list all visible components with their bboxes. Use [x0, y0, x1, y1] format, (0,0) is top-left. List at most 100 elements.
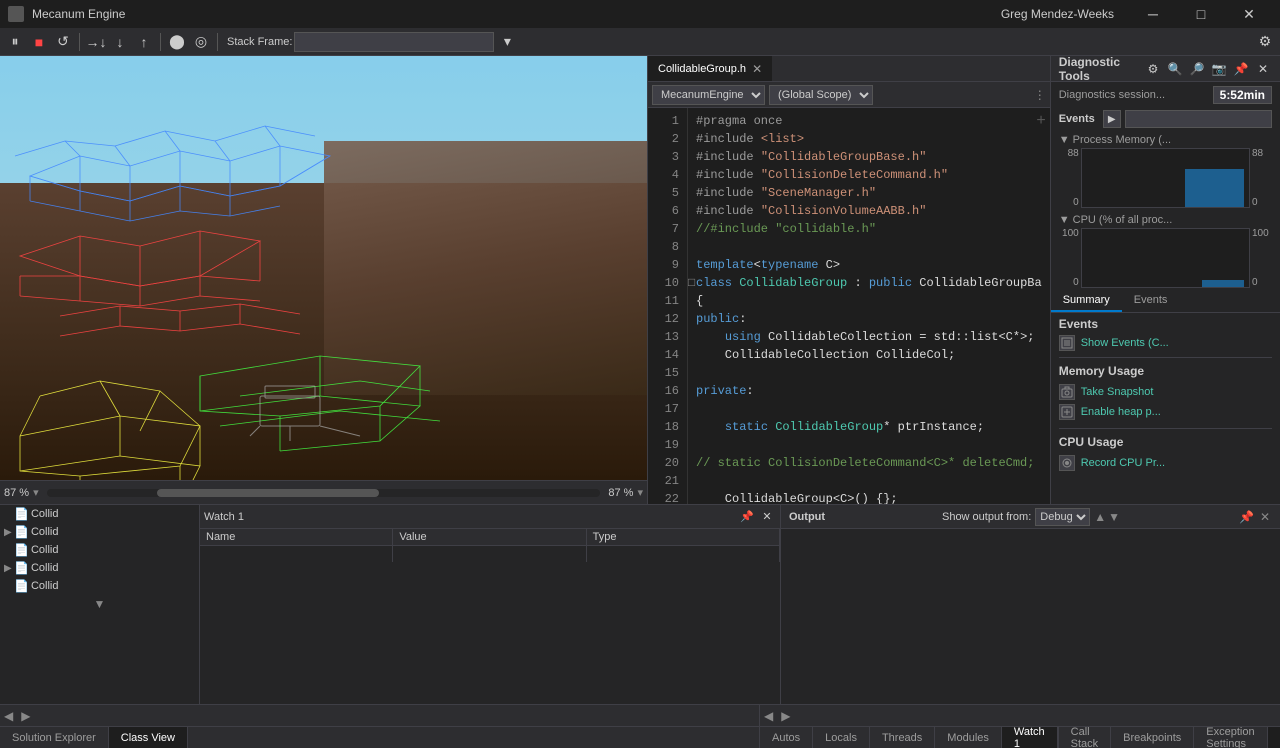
- memory-min-left: 0: [1055, 197, 1079, 208]
- tab-locals[interactable]: Locals: [813, 727, 870, 748]
- scope-selector-file[interactable]: MecanumEngine: [652, 85, 765, 105]
- tree-item[interactable]: ▶ 📄 Collid: [0, 523, 199, 541]
- titlebar-controls: ─ □ ✕: [1130, 0, 1272, 28]
- diag-camera-icon[interactable]: 📷: [1210, 60, 1228, 78]
- tree-label: Collid: [31, 508, 59, 520]
- tab-summary[interactable]: Summary: [1051, 290, 1122, 312]
- output-close-icon[interactable]: ✕: [1258, 510, 1272, 524]
- file-icon: 📄: [14, 579, 29, 593]
- user-name: Greg Mendez-Weeks: [1001, 7, 1114, 21]
- step-into-button[interactable]: ↓: [109, 31, 131, 53]
- zoom-dropdown-right[interactable]: ▾: [637, 486, 643, 499]
- tab-autos[interactable]: Autos: [760, 727, 813, 748]
- settings-icon[interactable]: ⚙: [1254, 31, 1276, 53]
- viewport-panel: 87 % ▾ 87 % ▾: [0, 56, 648, 504]
- output-pin-icon[interactable]: 📌: [1237, 510, 1256, 524]
- memory-usage-section: Memory Usage Take Snapshot Enable heap p…: [1059, 364, 1272, 422]
- events-input[interactable]: [1125, 110, 1272, 128]
- events-summary-title: Events: [1059, 317, 1272, 331]
- restart-button[interactable]: ↺: [52, 31, 74, 53]
- zoom-dropdown-left[interactable]: ▾: [33, 486, 39, 499]
- code-content[interactable]: #pragma once #include <list> #include "C…: [688, 108, 1050, 504]
- output-up-icon[interactable]: ▲: [1094, 510, 1106, 524]
- toolbar-sep-2: [160, 33, 161, 51]
- tab-breakpoints[interactable]: Breakpoints: [1111, 727, 1194, 748]
- stack-frame-dropdown[interactable]: ▾: [496, 31, 518, 53]
- bottom-tabs-right: ◀ ▶: [760, 705, 1280, 726]
- output-controls: 📌 ✕: [1237, 510, 1272, 524]
- tree-expander: ▶: [4, 563, 12, 574]
- camera-icon: [1059, 384, 1075, 400]
- breakpoints-button[interactable]: ⬤: [166, 31, 188, 53]
- tree-item[interactable]: 📄 Collid: [0, 577, 199, 595]
- enable-heap-button[interactable]: Enable heap p...: [1059, 402, 1272, 422]
- session-label: Diagnostics session...: [1059, 89, 1165, 101]
- take-snapshot-button[interactable]: Take Snapshot: [1059, 382, 1272, 402]
- watch-row-empty[interactable]: [200, 546, 780, 562]
- record-cpu-button[interactable]: Record CPU Pr...: [1059, 453, 1272, 473]
- add-code-button[interactable]: +: [1036, 112, 1045, 130]
- stop-button[interactable]: ■: [28, 31, 50, 53]
- watch-pin-icon[interactable]: 📌: [738, 508, 756, 526]
- tree-item[interactable]: 📄 Collid: [0, 505, 199, 523]
- show-events-icon: [1059, 335, 1075, 351]
- step-out-button[interactable]: ↑: [133, 31, 155, 53]
- cpu-section: ▼ CPU (% of all proc... 100 0 100 0: [1051, 210, 1280, 290]
- scroll-right-icon[interactable]: ▶: [17, 709, 34, 723]
- tab-exception-settings[interactable]: Exception Settings: [1194, 727, 1267, 748]
- tab-events[interactable]: Events: [1122, 290, 1180, 312]
- diag-close-icon[interactable]: ✕: [1254, 60, 1272, 78]
- step-over-button[interactable]: →↓: [85, 31, 107, 53]
- tab-output[interactable]: Output: [1268, 727, 1280, 748]
- scroll-left-icon-2[interactable]: ◀: [760, 709, 777, 723]
- memory-usage-title: Memory Usage: [1059, 364, 1272, 378]
- minimize-button[interactable]: ─: [1130, 0, 1176, 28]
- maximize-button[interactable]: □: [1178, 0, 1224, 28]
- output-down-icon[interactable]: ▼: [1108, 510, 1120, 524]
- tree-item[interactable]: 📄 Collid: [0, 541, 199, 559]
- output-title: Output: [789, 511, 825, 523]
- diag-pin-icon[interactable]: 📌: [1232, 60, 1250, 78]
- output-source-select[interactable]: Debug: [1035, 508, 1090, 526]
- watch-table[interactable]: [200, 546, 780, 704]
- tab-solution-explorer[interactable]: Solution Explorer: [0, 727, 109, 748]
- toolbar-sep-1: [79, 33, 80, 51]
- pause-button[interactable]: ⏸: [4, 31, 26, 53]
- output-toolbar: Output Show output from: Debug ▲ ▼ 📌 ✕: [781, 505, 1280, 529]
- wireframe-svg: [0, 56, 647, 480]
- tab-collidable-group[interactable]: CollidableGroup.h ✕: [648, 56, 772, 81]
- scope-selector-global[interactable]: (Global Scope): [769, 85, 873, 105]
- watch-close-icon[interactable]: ✕: [758, 508, 776, 526]
- bottom-tabs-left: ◀ ▶: [0, 705, 760, 726]
- close-button[interactable]: ✕: [1226, 0, 1272, 28]
- output-content[interactable]: [781, 529, 1280, 704]
- tree-item[interactable]: ▶ 📄 Collid: [0, 559, 199, 577]
- editor-toolbar: MecanumEngine (Global Scope) ⋮: [648, 82, 1050, 108]
- editor-settings-icon[interactable]: ⋮: [1034, 88, 1046, 102]
- watch-name-cell[interactable]: [200, 546, 393, 562]
- show-events-row[interactable]: Show Events (C...: [1059, 335, 1272, 351]
- diag-zoom-out-icon[interactable]: 🔎: [1188, 60, 1206, 78]
- 3d-viewport[interactable]: [0, 56, 647, 480]
- diagnostic-panel: Diagnostic Tools ⚙ 🔍 🔎 📷 📌 ✕ Diagnostics…: [1050, 56, 1280, 504]
- code-area: 12345 678910 1112131415 1617181920 21222…: [648, 108, 1050, 504]
- diag-settings-icon[interactable]: ⚙: [1144, 60, 1162, 78]
- tab-class-view[interactable]: Class View: [109, 727, 188, 748]
- tree-scroll-down[interactable]: ▼: [0, 595, 199, 613]
- events-play-button[interactable]: ▶: [1103, 110, 1121, 128]
- output-source-row: Show output from: Debug ▲ ▼: [942, 508, 1120, 526]
- stack-frame-input[interactable]: [294, 32, 494, 52]
- tab-close-icon[interactable]: ✕: [752, 62, 762, 76]
- tab-threads[interactable]: Threads: [870, 727, 935, 748]
- enable-heap-label: Enable heap p...: [1081, 406, 1161, 418]
- scroll-left-icon[interactable]: ◀: [0, 709, 17, 723]
- tab-watch1[interactable]: Watch 1: [1002, 727, 1058, 748]
- scroll-right-icon-2[interactable]: ▶: [777, 709, 794, 723]
- events-section-title: Events: [1059, 113, 1095, 125]
- new-breakpoint-button[interactable]: ◎: [190, 31, 212, 53]
- tab-modules[interactable]: Modules: [935, 727, 1002, 748]
- diag-zoom-in-icon[interactable]: 🔍: [1166, 60, 1184, 78]
- app-icon: [8, 6, 24, 22]
- tab-call-stack[interactable]: Call Stack: [1059, 727, 1112, 748]
- heap-icon: [1059, 404, 1075, 420]
